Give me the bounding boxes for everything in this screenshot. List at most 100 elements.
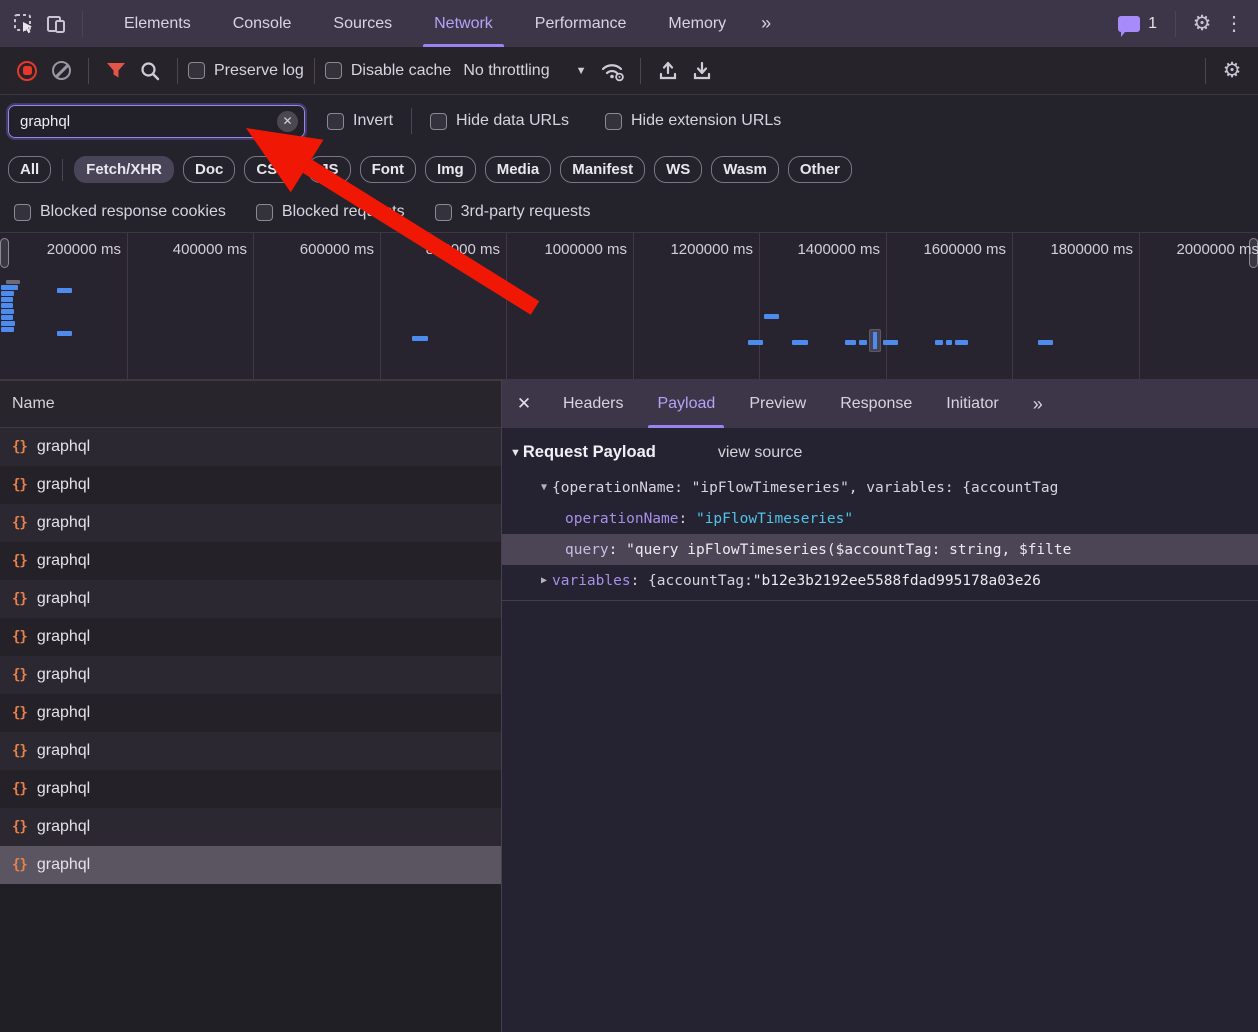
payload-query-row[interactable]: query: "query ipFlowTimeseries($accountT…: [502, 534, 1258, 565]
filter-chip-manifest[interactable]: Manifest: [560, 156, 645, 183]
filter-chip-font[interactable]: Font: [360, 156, 416, 183]
expander-icon[interactable]: ▶: [536, 575, 552, 586]
tab-performance[interactable]: Performance: [514, 0, 648, 47]
request-row[interactable]: {}graphql: [0, 808, 501, 846]
blocked-response-cookies-checkbox-item[interactable]: Blocked response cookies: [14, 203, 226, 221]
detail-tab-preview[interactable]: Preview: [732, 380, 823, 428]
tab-memory[interactable]: Memory: [647, 0, 747, 47]
request-row[interactable]: {}graphql: [0, 770, 501, 808]
detail-tab-headers[interactable]: Headers: [546, 380, 640, 428]
checkbox-label: 3rd-party requests: [461, 203, 591, 221]
record-network-log-button[interactable]: [10, 54, 44, 88]
kebab-menu-icon[interactable]: ⋮: [1218, 8, 1250, 40]
request-name: graphql: [37, 590, 90, 608]
request-row[interactable]: {}graphql: [0, 846, 501, 884]
disable-cache-label: Disable cache: [351, 62, 452, 80]
export-har-icon[interactable]: [685, 54, 719, 88]
blocked-response-cookies-checkbox[interactable]: [14, 204, 31, 221]
view-source-link[interactable]: view source: [718, 444, 802, 462]
request-row[interactable]: {}graphql: [0, 466, 501, 504]
waterfall-bar: [1, 309, 14, 314]
requests-panel: Name {}graphql{}graphql{}graphql{}graphq…: [0, 380, 502, 1032]
settings-gear-icon[interactable]: ⚙: [1186, 8, 1218, 40]
preserve-log-label: Preserve log: [214, 62, 304, 80]
tab-sources[interactable]: Sources: [312, 0, 413, 47]
filter-chip-doc[interactable]: Doc: [183, 156, 235, 183]
filter-chip-css[interactable]: CSS: [244, 156, 299, 183]
import-har-icon[interactable]: [651, 54, 685, 88]
filter-chip-ws[interactable]: WS: [654, 156, 702, 183]
filter-chip-fetchxhr[interactable]: Fetch/XHR: [74, 156, 174, 183]
request-row[interactable]: {}graphql: [0, 694, 501, 732]
filter-funnel-icon[interactable]: [99, 54, 133, 88]
network-conditions-icon[interactable]: [596, 54, 630, 88]
network-settings-gear-icon[interactable]: ⚙: [1216, 55, 1248, 87]
request-name: graphql: [37, 552, 90, 570]
detail-tab-initiator[interactable]: Initiator: [929, 380, 1015, 428]
filter-chip-wasm[interactable]: Wasm: [711, 156, 779, 183]
request-name: graphql: [37, 514, 90, 532]
expander-icon[interactable]: ▼: [536, 482, 552, 493]
checkbox-label: Blocked requests: [282, 203, 405, 221]
request-row[interactable]: {}graphql: [0, 542, 501, 580]
3rd-party-requests-checkbox[interactable]: [435, 204, 452, 221]
timeline-tick-label: 1400000 ms: [736, 241, 880, 258]
disable-cache-checkbox[interactable]: [325, 62, 342, 79]
filter-row: ✕ Invert Hide data URLs Hide extension U…: [0, 95, 1258, 147]
request-row[interactable]: {}graphql: [0, 504, 501, 542]
hide-data-urls-checkbox[interactable]: [430, 113, 447, 130]
invert-checkbox[interactable]: [327, 113, 344, 130]
waterfall-bar: [412, 336, 428, 341]
network-overview-timeline[interactable]: 200000 ms400000 ms600000 ms800000 ms1000…: [0, 232, 1258, 380]
tab-elements[interactable]: Elements: [103, 0, 212, 47]
disable-cache-checkbox-item[interactable]: Disable cache: [325, 62, 452, 80]
hide-data-urls-label: Hide data URLs: [456, 112, 569, 130]
waterfall-bar: [1038, 340, 1053, 345]
throttling-select[interactable]: No throttling ▼: [463, 62, 586, 80]
filter-chip-all[interactable]: All: [8, 156, 51, 183]
hide-extension-urls-checkbox-item[interactable]: Hide extension URLs: [605, 112, 781, 130]
device-toolbar-icon[interactable]: [40, 8, 72, 40]
blocked-requests-checkbox[interactable]: [256, 204, 273, 221]
tab-console[interactable]: Console: [212, 0, 313, 47]
filter-chip-img[interactable]: Img: [425, 156, 476, 183]
payload-variables-row[interactable]: ▶ variables: {accountTag: "b12e3b2192ee5…: [502, 565, 1258, 596]
more-panels-icon[interactable]: »: [747, 0, 783, 47]
search-icon[interactable]: [133, 54, 167, 88]
request-row[interactable]: {}graphql: [0, 656, 501, 694]
payload-operation-row[interactable]: operationName: "ipFlowTimeseries": [502, 503, 1258, 534]
hide-extension-urls-checkbox[interactable]: [605, 113, 622, 130]
invert-checkbox-item[interactable]: Invert: [327, 112, 393, 130]
more-detail-tabs-icon[interactable]: »: [1016, 380, 1058, 428]
waterfall-bar: [1, 291, 14, 296]
payload-preview-row[interactable]: ▼ {operationName: "ipFlowTimeseries", va…: [502, 472, 1258, 503]
close-details-icon[interactable]: ✕: [502, 394, 546, 414]
inspect-element-icon[interactable]: [8, 8, 40, 40]
request-row[interactable]: {}graphql: [0, 732, 501, 770]
request-row[interactable]: {}graphql: [0, 618, 501, 656]
issues-counter[interactable]: 1: [1110, 15, 1165, 33]
3rd-party-requests-checkbox-item[interactable]: 3rd-party requests: [435, 203, 591, 221]
filter-chip-js[interactable]: JS: [308, 156, 350, 183]
request-row[interactable]: {}graphql: [0, 580, 501, 618]
request-row[interactable]: {}graphql: [0, 428, 501, 466]
clear-filter-icon[interactable]: ✕: [277, 111, 298, 132]
blocked-requests-checkbox-item[interactable]: Blocked requests: [256, 203, 405, 221]
name-column-header[interactable]: Name: [0, 380, 501, 428]
filter-chip-other[interactable]: Other: [788, 156, 852, 183]
waterfall-bar: [1, 327, 14, 332]
filter-chip-media[interactable]: Media: [485, 156, 552, 183]
hide-data-urls-checkbox-item[interactable]: Hide data URLs: [430, 112, 569, 130]
divider: [411, 108, 412, 134]
divider: [82, 11, 83, 37]
section-expander-icon[interactable]: ▼: [510, 447, 521, 459]
preserve-log-checkbox-item[interactable]: Preserve log: [188, 62, 304, 80]
waterfall-bar: [946, 340, 952, 345]
detail-tab-response[interactable]: Response: [823, 380, 929, 428]
tab-network[interactable]: Network: [413, 0, 514, 47]
filter-input[interactable]: [8, 105, 305, 138]
clear-network-log-button[interactable]: [44, 54, 78, 88]
waterfall-selected-marker: [869, 329, 881, 352]
detail-tab-payload[interactable]: Payload: [640, 380, 732, 428]
preserve-log-checkbox[interactable]: [188, 62, 205, 79]
